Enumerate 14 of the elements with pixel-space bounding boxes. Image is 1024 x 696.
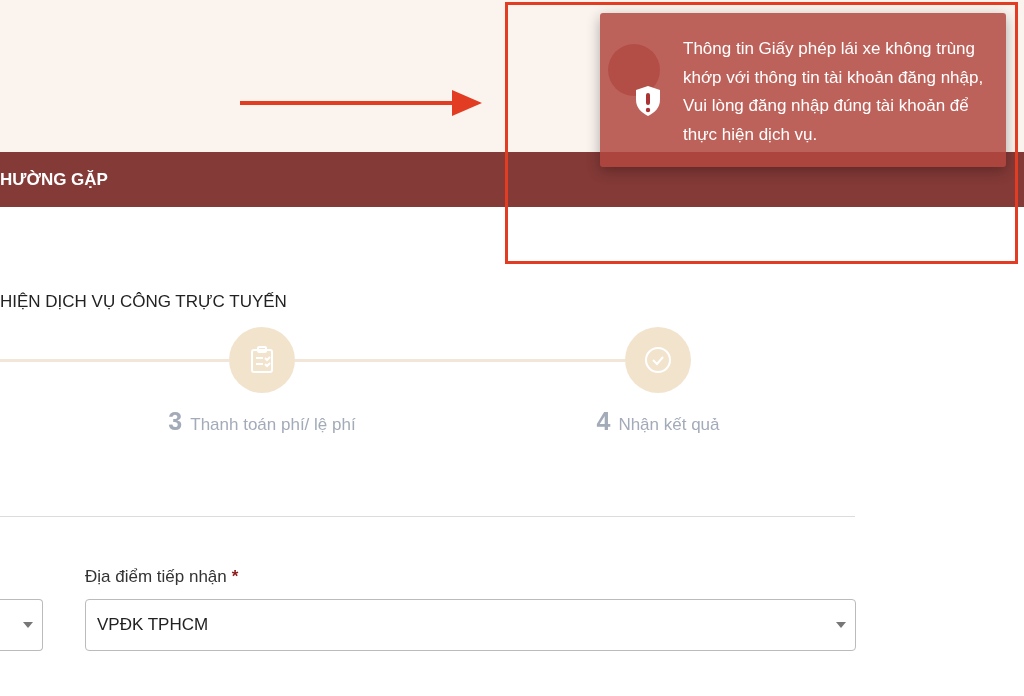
field-label: Địa điểm tiếp nhận [85,567,227,587]
step-number: 4 [596,407,611,436]
select-field[interactable]: VPĐK TPHCM [85,599,856,651]
step-number: 3 [168,407,183,436]
warning-shield-icon [635,85,661,117]
caret-icon [23,622,33,628]
section-title: HIỆN DỊCH VỤ CÔNG TRỰC TUYẾN [0,292,288,313]
toast-message: Thông tin Giấy phép lái xe không trùng khớp với thông tin tài khoản đăng nhập, Vui lòng đăng nhập đúng tài khoản để thực hiện dịch vụ. [683,38,985,146]
nav-link[interactable]: HƯỜNG GẶP [0,169,108,190]
step-label: Thanh toán phí/ lệ phí [190,415,356,435]
step-label: Nhận kết quả [618,415,720,435]
required-mark: * [231,567,239,587]
select-field[interactable] [0,599,43,651]
caret-icon [836,622,846,628]
